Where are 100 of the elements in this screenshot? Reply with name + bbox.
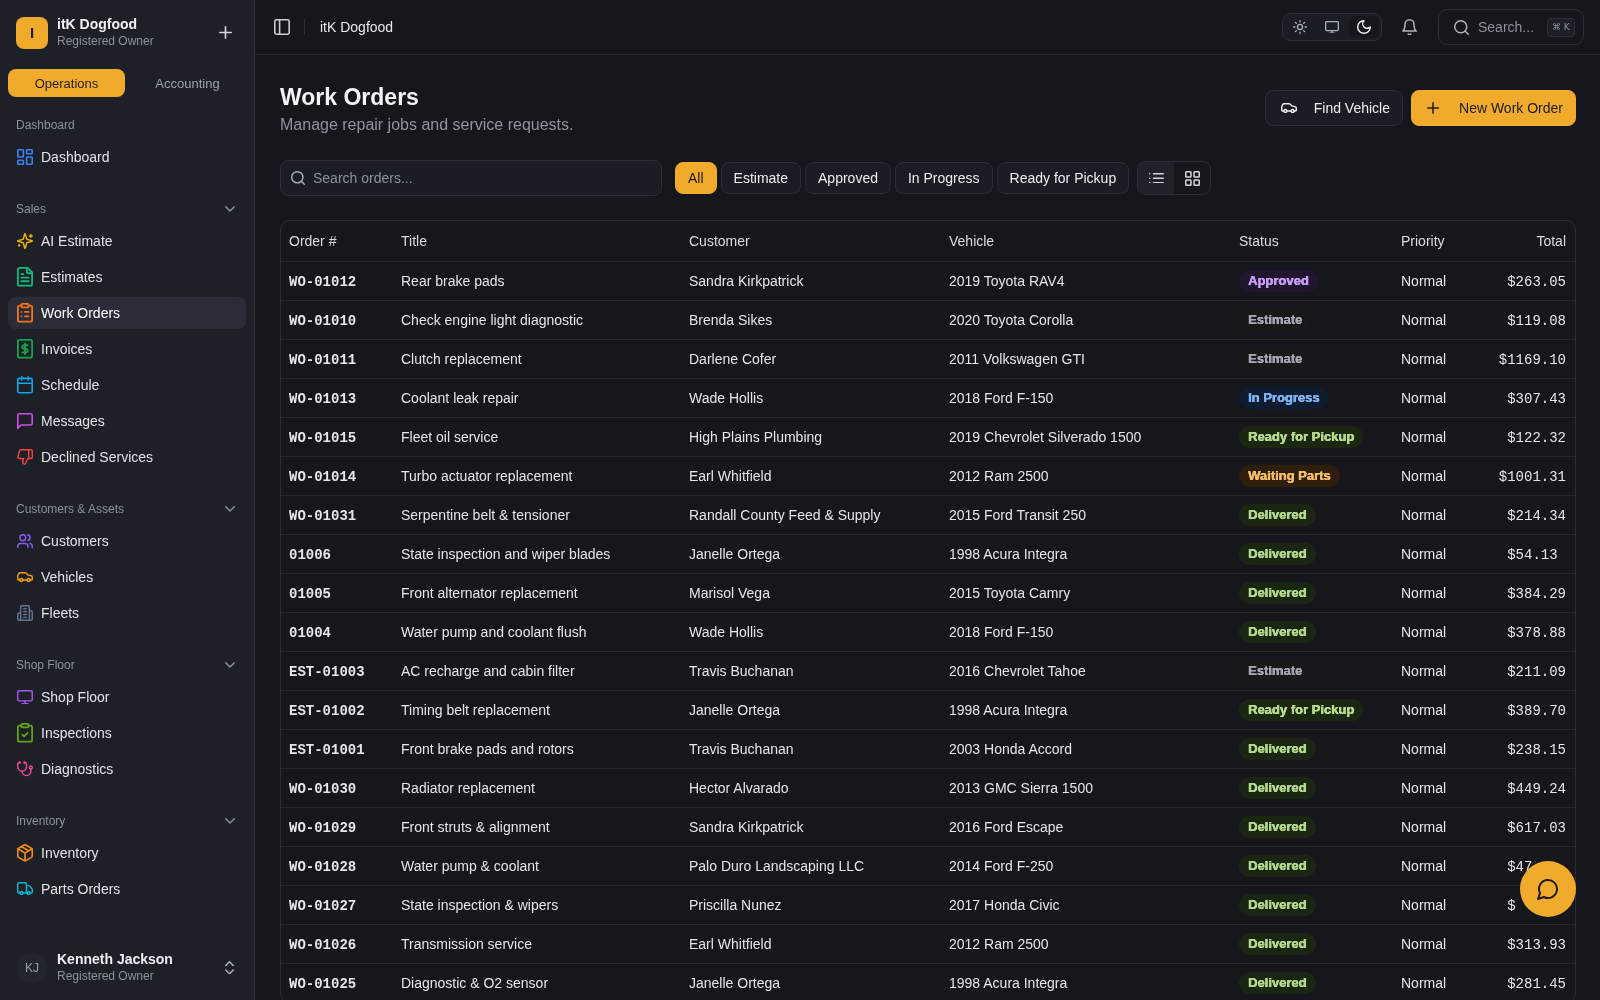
- user-name: Kenneth Jackson: [57, 951, 174, 968]
- bell-icon[interactable]: [1402, 18, 1417, 36]
- sidebar-item[interactable]: Shop Floor: [8, 681, 246, 713]
- filter-chip[interactable]: Approved: [805, 162, 891, 194]
- filter-chip[interactable]: All: [675, 162, 717, 194]
- total-amount: $617.03: [1507, 819, 1566, 836]
- priority-label: Normal: [1401, 351, 1447, 367]
- view-button[interactable]: [1138, 162, 1175, 194]
- sidebar-item[interactable]: AI Estimate: [8, 225, 246, 257]
- column-header: Customer: [688, 232, 751, 251]
- shortcut-hint: ⌘ K: [1547, 17, 1575, 37]
- order-title: Diagnostic & O2 sensor: [401, 975, 549, 991]
- order-title: Transmission service: [401, 936, 532, 952]
- status-badge: Delivered: [1239, 621, 1316, 643]
- order-title: State inspection and wiper blades: [401, 546, 611, 562]
- sidebar-item[interactable]: Fleets: [8, 597, 246, 629]
- status-badge: Ready for Pickup: [1239, 699, 1364, 721]
- sidebar-item[interactable]: Messages: [8, 405, 246, 437]
- primary-button[interactable]: New Work Order: [1411, 90, 1576, 126]
- order-number: WO-01026: [289, 936, 357, 953]
- tab[interactable]: Accounting: [129, 69, 246, 97]
- customer-name: Janelle Ortega: [689, 702, 781, 718]
- priority-label: Normal: [1401, 624, 1447, 640]
- search-input[interactable]: Search orders...: [313, 170, 649, 186]
- sidebar-item[interactable]: Work Orders: [8, 297, 246, 329]
- status-badge: Delivered: [1239, 933, 1316, 955]
- vehicle-name: 2014 Ford F-250: [949, 858, 1054, 874]
- workspace-name: itK Dogfood: [57, 16, 139, 33]
- vehicle-name: 2015 Toyota Camry: [949, 585, 1071, 601]
- chevrons-up-down-icon[interactable]: [225, 960, 234, 975]
- order-title: Fleet oil service: [401, 429, 499, 445]
- plus-icon[interactable]: [219, 26, 232, 39]
- vehicle-name: 2018 Ford F-150: [949, 390, 1054, 406]
- moon-icon: [1357, 20, 1371, 34]
- sidebar-item[interactable]: Inventory: [8, 837, 246, 869]
- status-badge: Approved: [1239, 270, 1318, 292]
- vehicle-name: 2017 Honda Civic: [949, 897, 1060, 913]
- search-input[interactable]: Search...: [1478, 19, 1538, 35]
- filter-chip[interactable]: In Progress: [894, 162, 993, 194]
- chevron-down-icon[interactable]: [225, 662, 235, 668]
- sidebar-item[interactable]: Schedule: [8, 369, 246, 401]
- sidebar-item[interactable]: Parts Orders: [8, 873, 246, 905]
- order-number: WO-01011: [289, 351, 357, 368]
- sidebar-item[interactable]: Vehicles: [8, 561, 246, 593]
- order-title: Rear brake pads: [401, 273, 505, 289]
- sidebar-item[interactable]: Declined Services: [8, 441, 246, 473]
- order-number: WO-01010: [289, 312, 357, 329]
- vehicle-name: 2019 Toyota RAV4: [949, 273, 1065, 289]
- speech-bubble-icon: [1537, 878, 1559, 900]
- column-header: Order #: [288, 232, 338, 251]
- sidebar-item[interactable]: Customers: [8, 525, 246, 557]
- customer-name: Sandra Kirkpatrick: [689, 273, 804, 289]
- chevron-down-icon[interactable]: [225, 206, 235, 212]
- sidebar-item[interactable]: Diagnostics: [8, 753, 246, 785]
- search-bar[interactable]: Search... ⌘ K: [1438, 9, 1584, 45]
- workspace-title: itK Dogfood: [320, 19, 394, 35]
- total-amount: $449.24: [1507, 780, 1566, 797]
- priority-label: Normal: [1401, 312, 1447, 328]
- section-label: Customers & Assets: [16, 501, 125, 517]
- total-amount: $214.34: [1507, 507, 1566, 524]
- chevron-down-icon[interactable]: [225, 506, 235, 512]
- theme-button[interactable]: [1349, 16, 1379, 38]
- customer-name: Palo Duro Landscaping LLC: [689, 858, 865, 874]
- order-title: Radiator replacement: [401, 780, 535, 796]
- filter-chip[interactable]: Ready for Pickup: [996, 162, 1130, 194]
- priority-label: Normal: [1401, 780, 1447, 796]
- order-title: Coolant leak repair: [401, 390, 519, 406]
- sidebar-item[interactable]: Invoices: [8, 333, 246, 365]
- vehicle-name: 2015 Ford Transit 250: [949, 507, 1086, 523]
- order-title: State inspection & wipers: [401, 897, 559, 913]
- outline-button[interactable]: Find Vehicle: [1264, 90, 1403, 126]
- customer-name: Marisol Vega: [689, 585, 770, 601]
- order-number: WO-01012: [289, 273, 357, 290]
- status-badge: Waiting Parts: [1239, 465, 1340, 487]
- panel-icon[interactable]: [274, 19, 290, 35]
- total-amount: $389.70: [1507, 702, 1566, 719]
- vehicle-name: 2012 Ram 2500: [949, 468, 1049, 484]
- chevron-down-icon[interactable]: [225, 818, 235, 824]
- tab[interactable]: Operations: [8, 69, 125, 97]
- filter-chip[interactable]: Estimate: [720, 162, 802, 194]
- search-bar[interactable]: Search orders...: [280, 160, 662, 196]
- order-title: Front alternator replacement: [401, 585, 578, 601]
- column-header: Status: [1238, 232, 1280, 251]
- total-amount: $119.08: [1507, 312, 1566, 329]
- order-title: Water pump & coolant: [401, 858, 539, 874]
- order-title: Timing belt replacement: [401, 702, 550, 718]
- sidebar-item[interactable]: Estimates: [8, 261, 246, 293]
- priority-label: Normal: [1401, 936, 1447, 952]
- sidebar-item[interactable]: Inspections: [8, 717, 246, 749]
- vehicle-name: 2011 Volkswagen GTI: [949, 351, 1085, 367]
- column-header: Priority: [1400, 232, 1446, 251]
- order-number: EST-01001: [289, 741, 365, 758]
- priority-label: Normal: [1401, 546, 1447, 562]
- order-title: Front brake pads and rotors: [401, 741, 574, 757]
- vehicle-name: 2016 Chevrolet Tahoe: [949, 663, 1086, 679]
- order-number: WO-01030: [289, 780, 357, 797]
- order-title: Check engine light diagnostic: [401, 312, 584, 328]
- priority-label: Normal: [1401, 741, 1447, 757]
- order-number: 01006: [289, 546, 331, 563]
- sidebar-item[interactable]: Dashboard: [8, 141, 246, 173]
